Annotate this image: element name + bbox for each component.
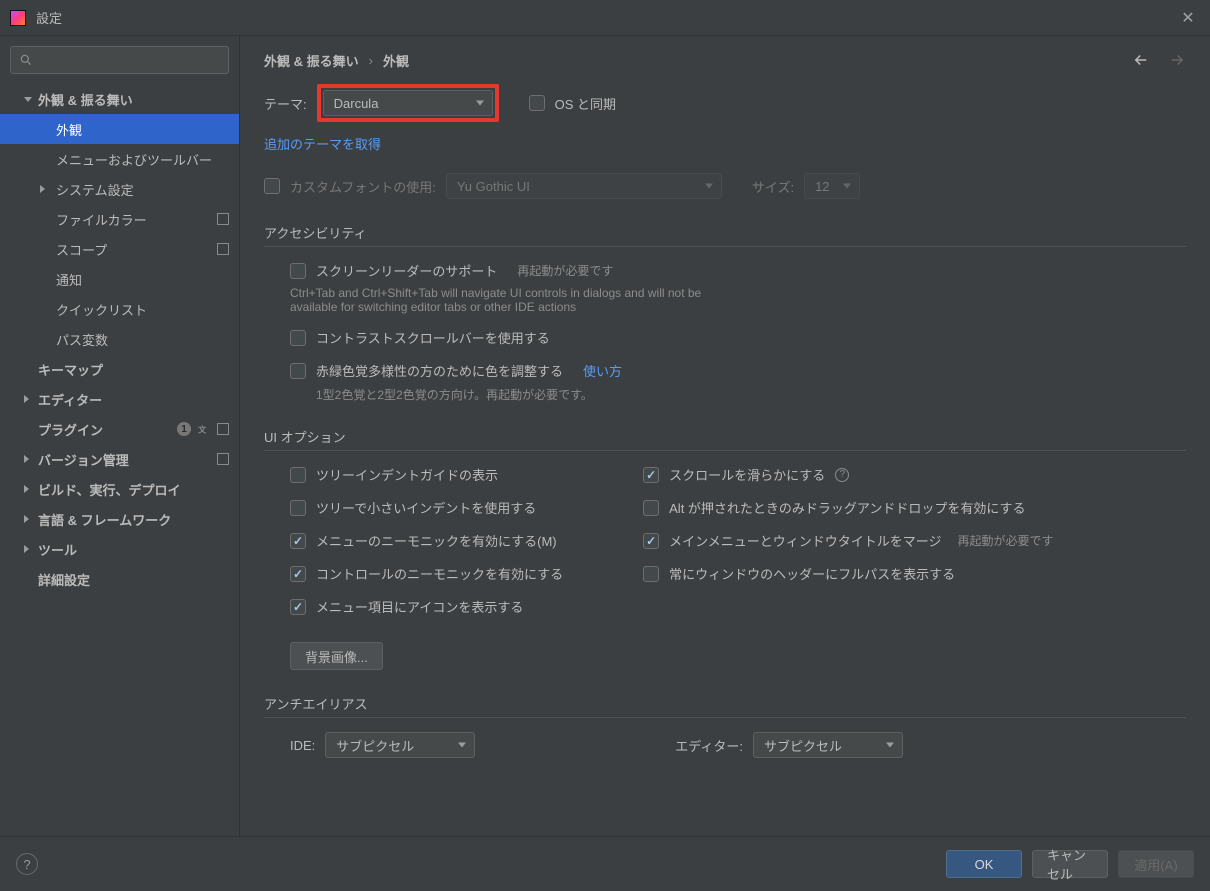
antialias-ide-label: IDE:: [290, 738, 315, 753]
antialias-editor-label: エディター:: [675, 736, 743, 755]
project-scope-icon: [217, 243, 229, 255]
footer: ? OK キャンセル 適用(A): [0, 836, 1210, 891]
opt-tree-indent-guides: ツリーインデントガイドの表示: [290, 465, 563, 484]
sync-os-label: OS と同期: [555, 94, 616, 113]
checkbox[interactable]: [290, 500, 306, 516]
cancel-button[interactable]: キャンセル: [1032, 850, 1108, 878]
content-pane: 外観 & 振る舞い › 外観 テーマ: Darcula OS と同期 追加のテー…: [240, 36, 1210, 836]
theme-label: テーマ:: [264, 94, 307, 113]
checkbox[interactable]: [290, 599, 306, 615]
sidebar-item-tools[interactable]: ツール: [0, 534, 239, 564]
restart-hint: 再起動が必要です: [517, 262, 613, 279]
opt-smooth-scroll: スクロールを滑らかにする?: [643, 465, 1053, 484]
breadcrumb-root[interactable]: 外観 & 振る舞い: [264, 51, 359, 70]
opt-control-mnemonics: コントロールのニーモニックを有効にする: [290, 564, 563, 583]
sidebar-item-appearance-behavior[interactable]: 外観 & 振る舞い: [0, 84, 239, 114]
checkbox[interactable]: [643, 467, 659, 483]
sidebar-item-build[interactable]: ビルド、実行、デプロイ: [0, 474, 239, 504]
opt-alt-drag: Alt が押されたときのみドラッグアンドドロップを有効にする: [643, 498, 1053, 517]
update-badge: 1: [177, 422, 191, 436]
sidebar: 外観 & 振る舞い 外観 メニューおよびツールバー システム設定 ファイルカラー…: [0, 36, 240, 836]
sidebar-item-system-settings[interactable]: システム設定: [0, 174, 239, 204]
window-title: 設定: [36, 8, 1176, 27]
checkbox[interactable]: [290, 467, 306, 483]
contrast-scroll-label: コントラストスクロールバーを使用する: [316, 328, 550, 347]
checkbox[interactable]: [290, 566, 306, 582]
chevron-right-icon: ›: [369, 53, 373, 68]
project-scope-icon: [217, 423, 229, 435]
opt-fullpath-header: 常にウィンドウのヘッダーにフルパスを表示する: [643, 564, 1053, 583]
sidebar-item-keymap[interactable]: キーマップ: [0, 354, 239, 384]
tab-hint: Ctrl+Tab and Ctrl+Shift+Tab will navigat…: [290, 286, 750, 314]
sidebar-item-version-control[interactable]: バージョン管理: [0, 444, 239, 474]
sidebar-item-menus-toolbars[interactable]: メニューおよびツールバー: [0, 144, 239, 174]
sync-os-checkbox[interactable]: [529, 95, 545, 111]
sidebar-item-quicklists[interactable]: クイックリスト: [0, 294, 239, 324]
font-family-select[interactable]: Yu Gothic UI: [446, 173, 722, 199]
color-adjust-label: 赤緑色覚多様性の方のために色を調整する: [316, 361, 563, 380]
antialias-ide-select[interactable]: サブピクセル: [325, 732, 475, 758]
checkbox[interactable]: [643, 500, 659, 516]
breadcrumb: 外観 & 振る舞い › 外観: [264, 36, 1186, 84]
highlight-theme-selector: Darcula: [317, 84, 499, 122]
search-input[interactable]: [10, 46, 229, 74]
opt-menu-icons: メニュー項目にアイコンを表示する: [290, 597, 563, 616]
theme-select[interactable]: Darcula: [323, 90, 493, 116]
sidebar-item-file-colors[interactable]: ファイルカラー: [0, 204, 239, 234]
apply-button[interactable]: 適用(A): [1118, 850, 1194, 878]
contrast-scroll-checkbox[interactable]: [290, 330, 306, 346]
nav-back-icon[interactable]: [1132, 51, 1150, 69]
titlebar: 設定 ✕: [0, 0, 1210, 36]
sidebar-item-advanced[interactable]: 詳細設定: [0, 564, 239, 594]
sidebar-item-plugins[interactable]: プラグイン 1 文: [0, 414, 239, 444]
custom-font-checkbox[interactable]: [264, 178, 280, 194]
checkbox[interactable]: [643, 566, 659, 582]
divider: [264, 450, 1186, 451]
bg-image-button[interactable]: 背景画像...: [290, 642, 383, 670]
locale-icon: 文: [197, 422, 211, 436]
sidebar-item-appearance[interactable]: 外観: [0, 114, 239, 144]
sidebar-item-languages-frameworks[interactable]: 言語 & フレームワーク: [0, 504, 239, 534]
search-icon: [19, 53, 33, 67]
checkbox[interactable]: [643, 533, 659, 549]
breadcrumb-leaf: 外観: [383, 51, 409, 70]
font-size-label: サイズ:: [752, 177, 794, 196]
screenreader-label: スクリーンリーダーのサポート: [316, 261, 497, 280]
custom-font-label: カスタムフォントの使用:: [290, 177, 436, 196]
close-icon[interactable]: ✕: [1176, 8, 1200, 28]
opt-merge-menu: メインメニューとウィンドウタイトルをマージ再起動が必要です: [643, 531, 1053, 550]
antialias-editor-select[interactable]: サブピクセル: [753, 732, 903, 758]
uiopts-title: UI オプション: [264, 427, 1186, 446]
sidebar-item-notifications[interactable]: 通知: [0, 264, 239, 294]
opt-small-indent: ツリーで小さいインデントを使用する: [290, 498, 563, 517]
opt-menu-mnemonics: メニューのニーモニックを有効にする(M): [290, 531, 563, 550]
nav-forward-icon: [1168, 51, 1186, 69]
accessibility-title: アクセシビリティ: [264, 223, 1186, 242]
project-scope-icon: [217, 213, 229, 225]
help-icon[interactable]: ?: [835, 468, 849, 482]
color-adjust-checkbox[interactable]: [290, 363, 306, 379]
help-button[interactable]: ?: [16, 853, 38, 875]
get-more-themes-link[interactable]: 追加のテーマを取得: [264, 134, 381, 153]
cv-note: 1型2色覚と2型2色覚の方向け。再起動が必要です。: [316, 386, 1186, 403]
font-size-select[interactable]: 12: [804, 173, 860, 199]
checkbox[interactable]: [290, 533, 306, 549]
svg-text:文: 文: [198, 425, 207, 435]
divider: [264, 717, 1186, 718]
sidebar-item-scopes[interactable]: スコープ: [0, 234, 239, 264]
ok-button[interactable]: OK: [946, 850, 1022, 878]
sidebar-item-editor[interactable]: エディター: [0, 384, 239, 414]
app-icon: [10, 10, 26, 26]
project-scope-icon: [217, 453, 229, 465]
antialias-title: アンチエイリアス: [264, 694, 1186, 713]
screenreader-checkbox[interactable]: [290, 263, 306, 279]
sidebar-item-path-variables[interactable]: パス変数: [0, 324, 239, 354]
howto-link[interactable]: 使い方: [583, 361, 622, 380]
divider: [264, 246, 1186, 247]
